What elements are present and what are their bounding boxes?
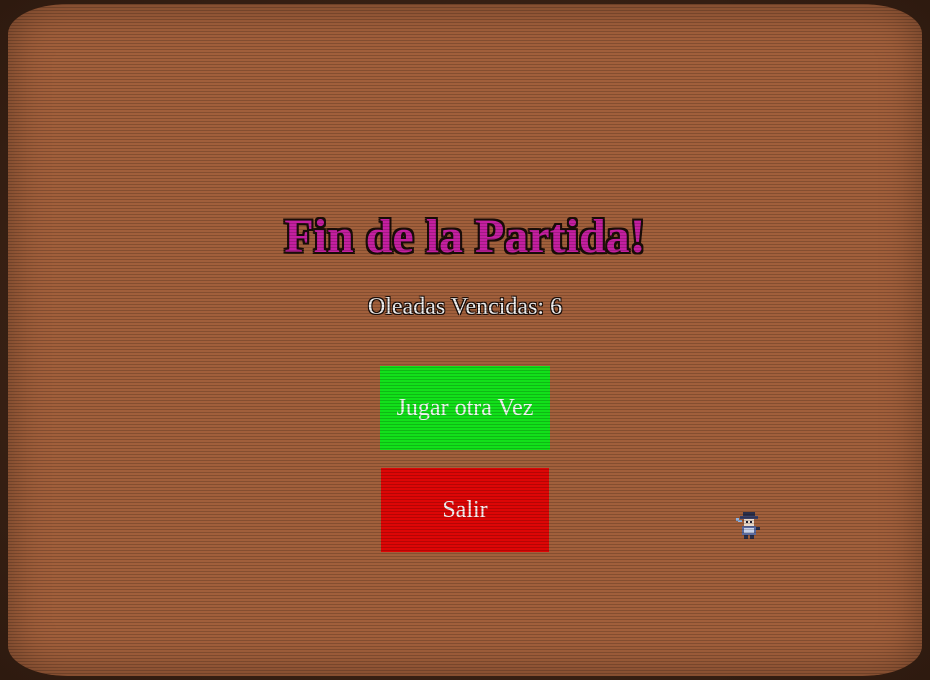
waves-defeated-label: Oleadas Vencidas: 6 — [367, 294, 563, 320]
character-sprite-icon — [736, 512, 760, 539]
game-over-title: Fin de la Partida! — [284, 210, 646, 263]
play-again-button[interactable]: Jugar otra Vez — [380, 366, 550, 450]
game-screen: Fin de la Partida! Oleadas Vencidas: 6 J… — [8, 4, 922, 676]
crt-frame: Fin de la Partida! Oleadas Vencidas: 6 J… — [0, 0, 930, 680]
exit-button[interactable]: Salir — [381, 468, 549, 552]
scanline-overlay — [8, 4, 922, 676]
